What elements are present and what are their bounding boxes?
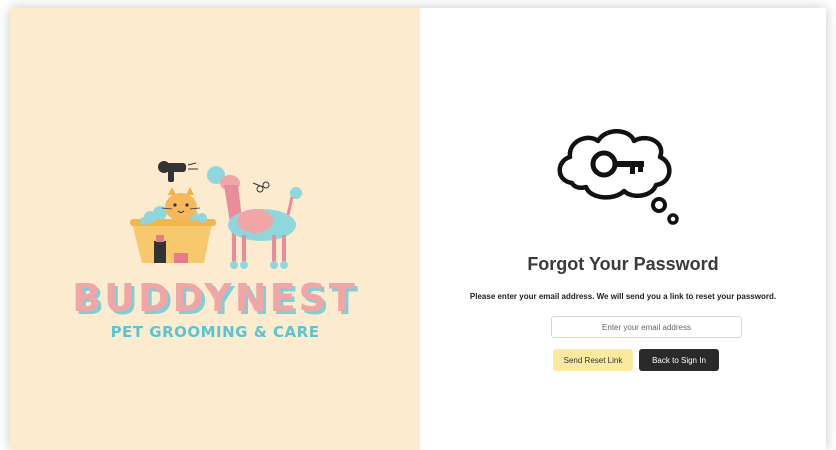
back-to-sign-in-button[interactable]: Back to Sign In xyxy=(639,349,719,371)
brand-tagline: PET GROOMING & CARE xyxy=(110,323,320,341)
brand-name: BUDDYNEST xyxy=(72,276,358,320)
pet-grooming-logo-icon xyxy=(130,161,302,269)
send-reset-link-button[interactable]: Send Reset Link xyxy=(553,349,633,371)
app-window: BUDDYNEST PET GROOMING & CARE xyxy=(10,8,826,450)
email-input[interactable] xyxy=(551,316,742,338)
instructions-text: Please enter your email address. We will… xyxy=(469,292,777,301)
key-thought-bubble-icon xyxy=(557,129,679,225)
page-title: Forgot Your Password xyxy=(527,254,719,274)
brand-panel: BUDDYNEST PET GROOMING & CARE xyxy=(10,8,420,450)
